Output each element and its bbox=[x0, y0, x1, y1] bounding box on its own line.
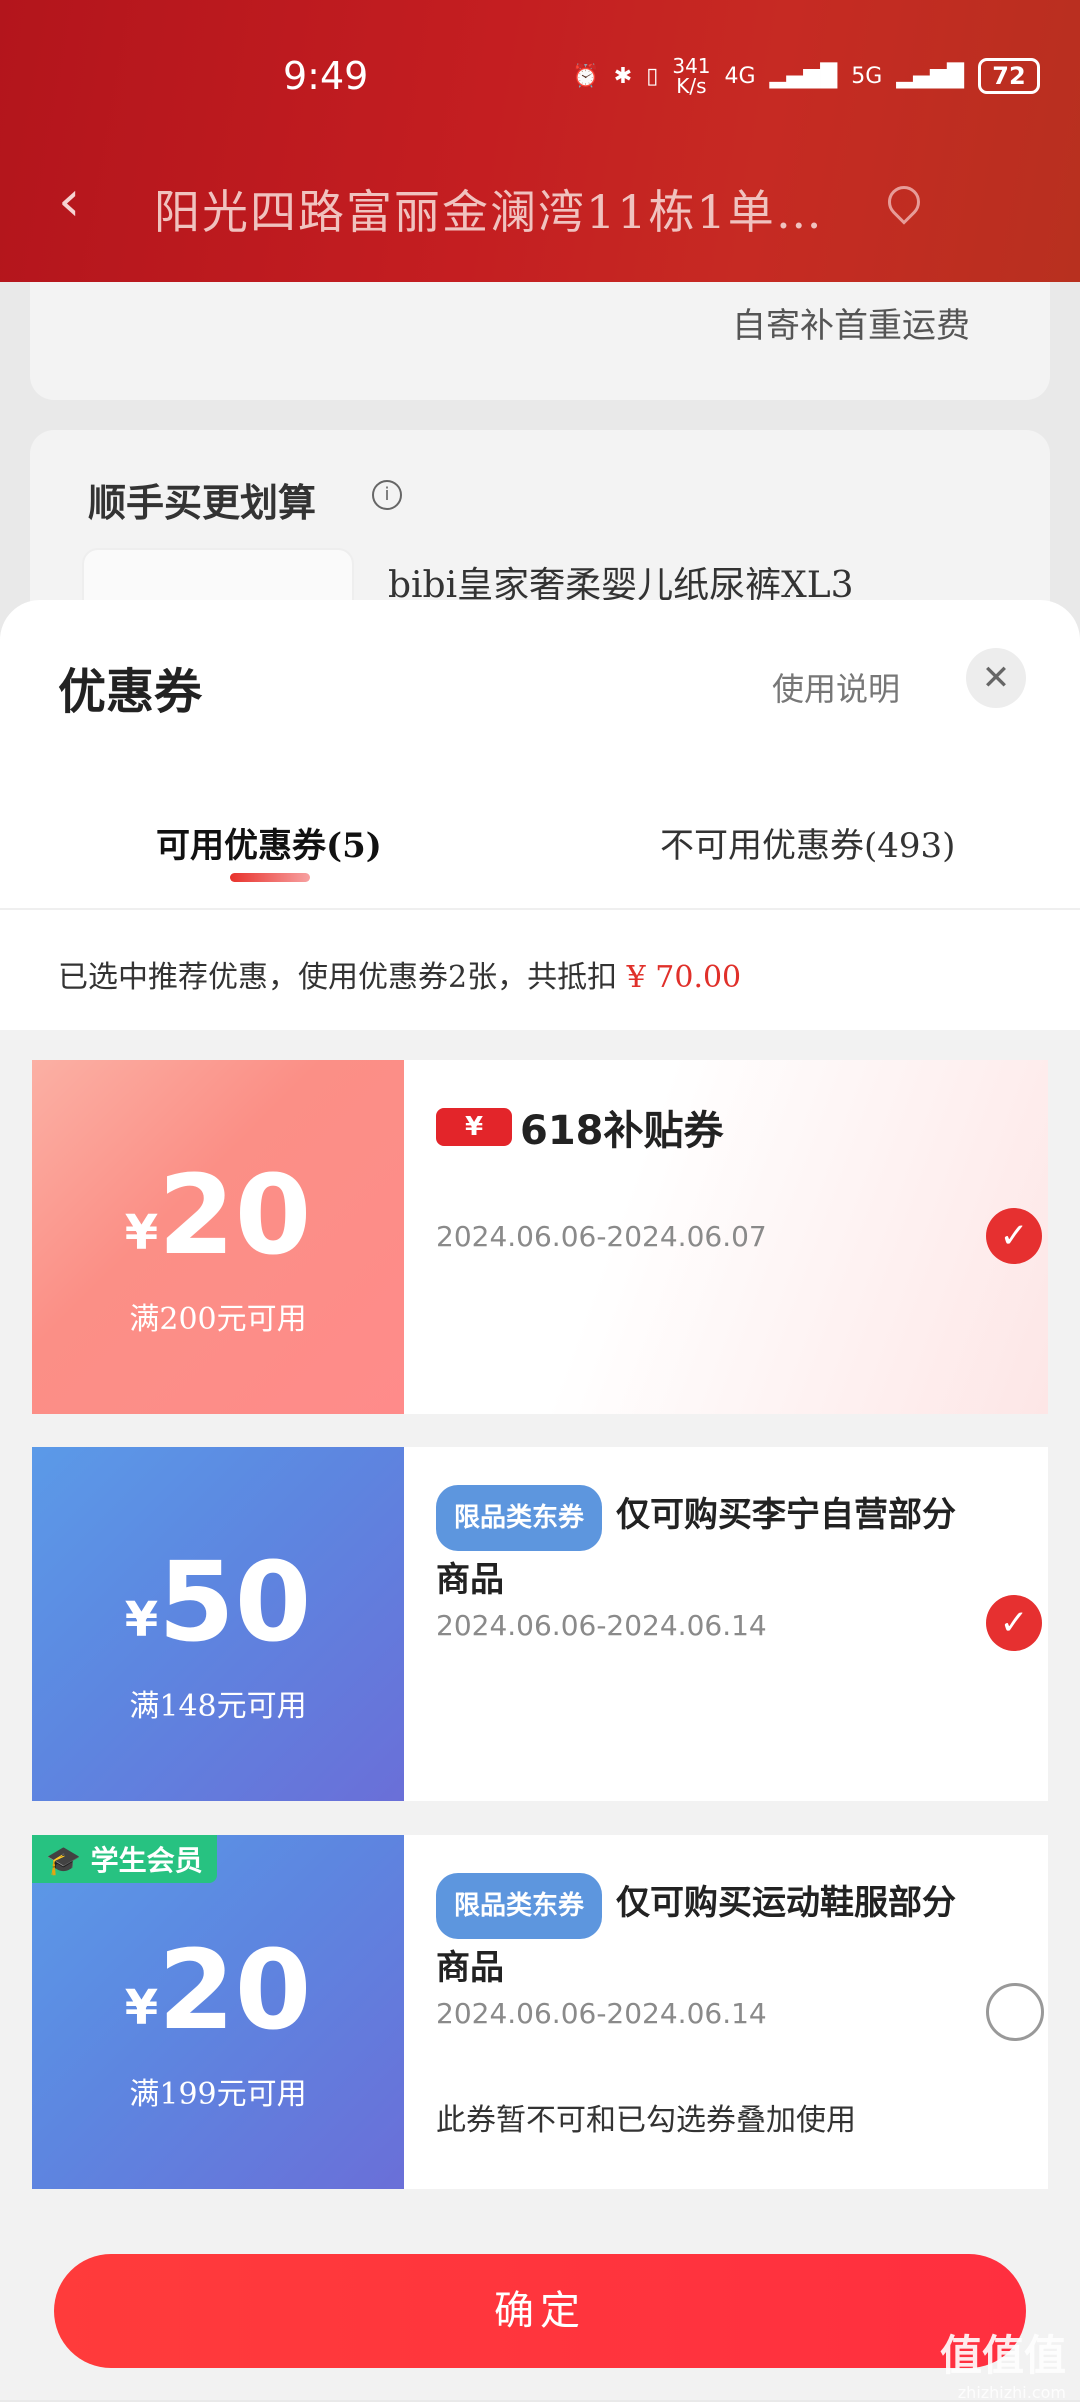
watermark-main: 值值值 bbox=[939, 2331, 1066, 2380]
coupon-value-panel: ¥20 满200元可用 bbox=[32, 1060, 404, 1414]
vibrate-icon: ▯ bbox=[646, 63, 659, 89]
amount-value: 20 bbox=[158, 1926, 312, 2054]
tab-unavailable[interactable]: 不可用优惠券(493) bbox=[660, 818, 955, 867]
info-icon[interactable]: i bbox=[372, 480, 402, 510]
coupon-detail-panel: 限品类东券 仅可购买李宁自营部分商品 2024.06.06-2024.06.14 … bbox=[404, 1447, 1048, 1801]
sheet-title: 优惠券 bbox=[58, 664, 203, 720]
upsell-title: 顺手买更划算 bbox=[88, 481, 317, 525]
coupon-description: 限品类东券 仅可购买运动鞋服部分商品 bbox=[436, 1873, 976, 1997]
student-member-tag: 🎓 学生会员 bbox=[32, 1835, 217, 1883]
coupon-card[interactable]: ¥20 满200元可用 ¥ 618补贴券 2024.06.06-2024.06.… bbox=[32, 1060, 1048, 1414]
coupon-amount: ¥50 bbox=[32, 1547, 404, 1657]
battery-icon: 72 bbox=[978, 58, 1040, 94]
coupon-validity: 2024.06.06-2024.06.14 bbox=[436, 1609, 767, 1642]
summary-text: 已选中推荐优惠，使用优惠券2张，共抵扣 bbox=[58, 960, 618, 995]
amount-value: 20 bbox=[158, 1151, 312, 1279]
unchecked-icon[interactable] bbox=[986, 1983, 1044, 2041]
status-bar: 9:49 ⏰ ✱ ▯ 341 K/s 4G ▂▄▆█ 5G ▂▄▆█ 72 bbox=[0, 50, 1080, 106]
divider bbox=[0, 908, 1080, 910]
signal-bars-icon: ▂▄▆█ bbox=[769, 63, 838, 89]
net-speed: 341 K/s bbox=[672, 56, 710, 96]
active-tab-indicator bbox=[230, 873, 310, 882]
selection-summary: 已选中推荐优惠，使用优惠券2张，共抵扣 ¥ 70.00 bbox=[58, 952, 741, 996]
coupon-detail-panel: ¥ 618补贴券 2024.06.06-2024.06.07 ✓ bbox=[404, 1060, 1048, 1414]
shipping-card: 自寄补首重运费 bbox=[30, 282, 1050, 400]
amount-value: 50 bbox=[158, 1538, 312, 1666]
coupon-list: ¥20 满200元可用 ¥ 618补贴券 2024.06.06-2024.06.… bbox=[0, 1030, 1080, 2400]
coupon-sheet: 优惠券 使用说明 ✕ 可用优惠券(5) 不可用优惠券(493) 已选中推荐优惠，… bbox=[0, 600, 1080, 2400]
status-time: 9:49 bbox=[283, 54, 369, 98]
status-icons: ⏰ ✱ ▯ 341 K/s 4G ▂▄▆█ 5G ▂▄▆█ 72 bbox=[572, 56, 1040, 96]
close-icon[interactable]: ✕ bbox=[966, 648, 1026, 708]
badge-text: 618补贴券 bbox=[520, 1108, 724, 1154]
coupon-amount: ¥20 bbox=[32, 1160, 404, 1270]
coupon-condition: 满200元可用 bbox=[129, 1302, 307, 1337]
summary-amount: ¥ 70.00 bbox=[626, 960, 742, 995]
net-speed-unit: K/s bbox=[676, 74, 707, 98]
checked-icon[interactable]: ✓ bbox=[986, 1595, 1042, 1651]
category-tag: 限品类东券 bbox=[436, 1485, 603, 1551]
alarm-icon: ⏰ bbox=[572, 63, 600, 89]
checked-icon[interactable]: ✓ bbox=[986, 1208, 1042, 1264]
coupon-validity: 2024.06.06-2024.06.14 bbox=[436, 1997, 767, 2030]
coupon-validity: 2024.06.06-2024.06.07 bbox=[436, 1220, 767, 1253]
coupon-value-panel: 🎓 学生会员 ¥20 满199元可用 bbox=[32, 1835, 404, 2189]
coupon-description: 限品类东券 仅可购买李宁自营部分商品 bbox=[436, 1485, 976, 1609]
signal-4g: 4G bbox=[724, 63, 756, 89]
stacking-note: 此券暂不可和已勾选券叠加使用 bbox=[436, 2103, 856, 2138]
confirm-button[interactable]: 确定 bbox=[54, 2254, 1026, 2368]
coupon-amount: ¥20 bbox=[32, 1935, 404, 2045]
usage-help-link[interactable]: 使用说明 bbox=[772, 664, 900, 710]
delivery-address[interactable]: 阳光四路富丽金澜湾11栋1单… bbox=[154, 176, 824, 242]
signal-bars-icon: ▂▄▆█ bbox=[896, 63, 964, 89]
shipping-note: 自寄补首重运费 bbox=[732, 306, 970, 346]
currency-symbol: ¥ bbox=[124, 1205, 159, 1261]
coupon-card[interactable]: 🎓 学生会员 ¥20 满199元可用 限品类东券 仅可购买运动鞋服部分商品 202… bbox=[32, 1835, 1048, 2189]
coupon-condition: 满199元可用 bbox=[129, 2077, 307, 2112]
coupon-card[interactable]: ¥50 满148元可用 限品类东券 仅可购买李宁自营部分商品 2024.06.06… bbox=[32, 1447, 1048, 1801]
location-pin-icon[interactable] bbox=[881, 179, 927, 225]
coupon-condition: 满148元可用 bbox=[129, 1689, 307, 1724]
coupon-detail-panel: 限品类东券 仅可购买运动鞋服部分商品 2024.06.06-2024.06.14 … bbox=[404, 1835, 1048, 2189]
category-tag: 限品类东券 bbox=[436, 1873, 603, 1939]
signal-5g: 5G bbox=[851, 63, 883, 89]
back-arrow-icon[interactable]: ‹ bbox=[58, 174, 80, 230]
subsidy-badge: ¥ 618补贴券 bbox=[436, 1098, 724, 1156]
watermark-sub: zhizhizhi.com bbox=[957, 2383, 1066, 2402]
currency-symbol: ¥ bbox=[124, 1980, 159, 2036]
tab-available[interactable]: 可用优惠券(5) bbox=[156, 818, 382, 867]
student-tag-text: 学生会员 bbox=[90, 1844, 203, 1877]
currency-symbol: ¥ bbox=[124, 1592, 159, 1648]
watermark: 值值值 zhizhizhi.com bbox=[940, 2322, 1066, 2402]
coupon-value-panel: ¥50 满148元可用 bbox=[32, 1447, 404, 1801]
nav-bar: ‹ 阳光四路富丽金澜湾11栋1单… bbox=[0, 170, 1080, 240]
yen-tag-icon: ¥ bbox=[436, 1108, 512, 1146]
bluetooth-icon: ✱ bbox=[613, 63, 633, 89]
